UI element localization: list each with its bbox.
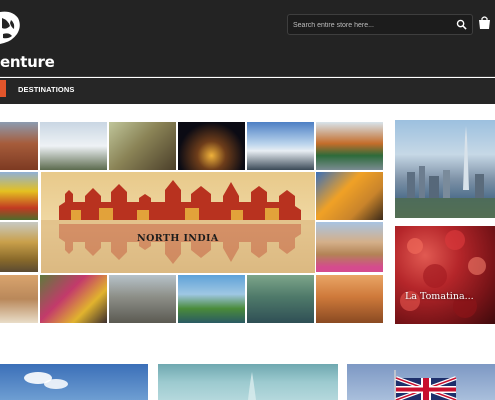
collage-tile[interactable] bbox=[0, 275, 38, 323]
collage-tile[interactable] bbox=[0, 172, 38, 220]
search-box bbox=[287, 14, 473, 35]
collage-tile[interactable] bbox=[109, 275, 176, 323]
site-header: enture bbox=[0, 0, 495, 77]
search-input[interactable] bbox=[293, 18, 443, 32]
skyline-photo bbox=[395, 126, 495, 218]
bottom-card-1[interactable] bbox=[0, 364, 148, 400]
cloud-photo bbox=[24, 372, 68, 389]
collage-tile[interactable] bbox=[178, 275, 245, 323]
collage-tile[interactable] bbox=[0, 222, 38, 272]
logo-text[interactable]: enture bbox=[0, 53, 55, 71]
search-icon[interactable] bbox=[456, 19, 467, 30]
collage-tile[interactable] bbox=[247, 122, 314, 170]
promo-card-dubai[interactable] bbox=[395, 120, 495, 218]
cart-icon[interactable] bbox=[478, 15, 491, 30]
collage-tile[interactable] bbox=[247, 275, 314, 323]
main-nav: DESTINATIONS bbox=[0, 78, 495, 104]
collage-tile[interactable] bbox=[316, 222, 383, 272]
collage-tile[interactable] bbox=[40, 122, 107, 170]
collage-tile[interactable] bbox=[316, 275, 383, 323]
festival-photo bbox=[400, 230, 486, 318]
nav-item-destinations[interactable]: DESTINATIONS bbox=[18, 85, 74, 94]
north-india-banner[interactable]: NORTH INDIA bbox=[41, 172, 315, 273]
collage-tile[interactable] bbox=[178, 122, 245, 170]
bottom-card-2[interactable] bbox=[158, 364, 338, 400]
union-jack-photo bbox=[394, 370, 457, 400]
collage-label: NORTH INDIA bbox=[137, 233, 219, 244]
collage-tile[interactable] bbox=[0, 122, 38, 170]
collage-tile[interactable] bbox=[316, 172, 383, 220]
collage-tile[interactable] bbox=[109, 122, 176, 170]
bottom-card-3[interactable] bbox=[347, 364, 495, 400]
promo-card-la-tomatina[interactable] bbox=[395, 226, 495, 324]
collage-tile[interactable] bbox=[40, 275, 107, 323]
landscape-photo bbox=[248, 372, 256, 400]
skyline-illustration bbox=[41, 180, 315, 273]
promo-caption: La Tomatina... bbox=[405, 291, 474, 302]
collage-tile[interactable] bbox=[316, 122, 383, 170]
nav-accent bbox=[0, 80, 6, 97]
globe-icon[interactable] bbox=[0, 8, 22, 48]
